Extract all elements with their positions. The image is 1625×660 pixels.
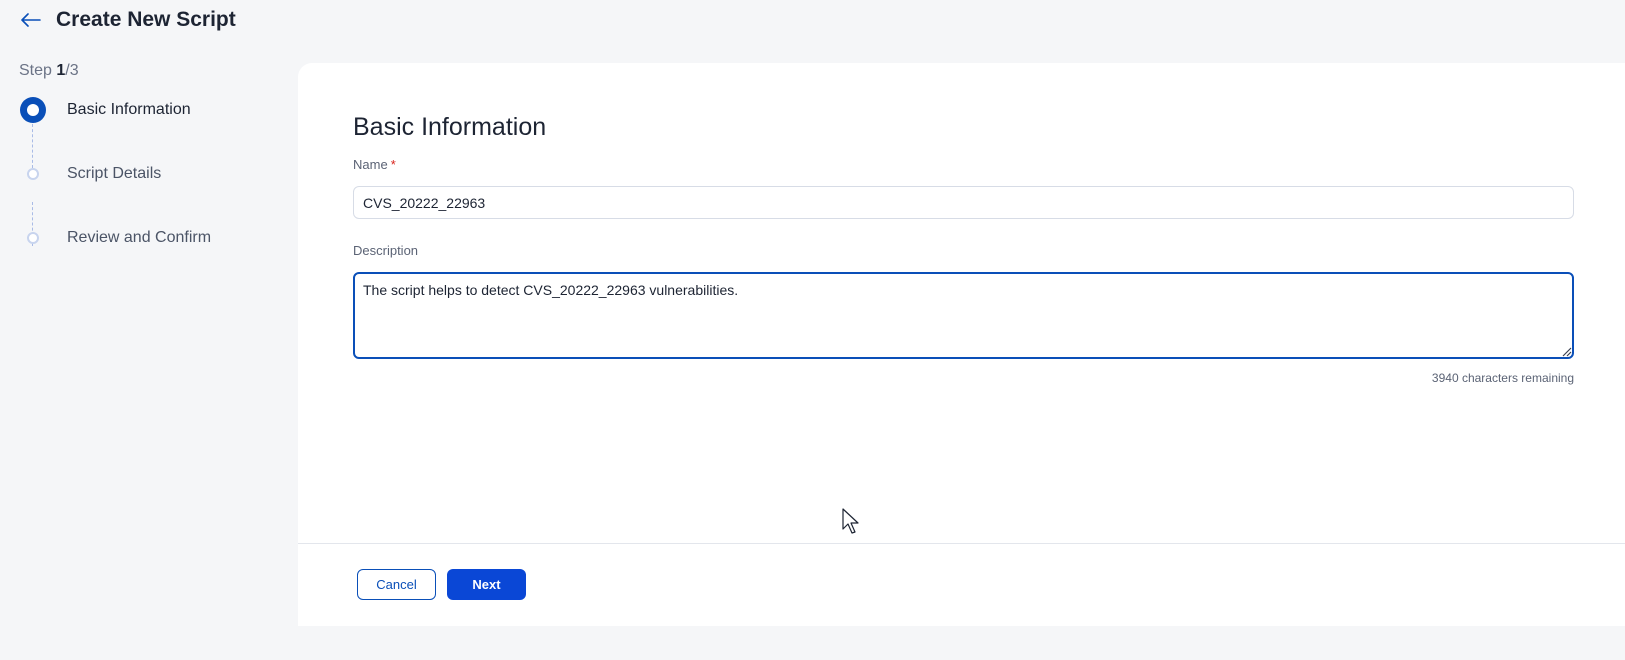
characters-remaining: 3940 characters remaining — [1431, 371, 1574, 385]
cancel-button[interactable]: Cancel — [357, 569, 436, 600]
step-pending-icon — [27, 232, 39, 244]
step-review-and-confirm[interactable]: Review and Confirm — [19, 224, 289, 288]
description-label: Description — [353, 243, 419, 258]
step-script-details[interactable]: Script Details — [19, 160, 289, 224]
name-label: Name * — [353, 157, 396, 172]
step-counter: Step 1/3 — [19, 62, 79, 79]
stepper: Step 1/3 Basic Information Script Detail… — [19, 62, 289, 288]
next-button[interactable]: Next — [447, 569, 526, 600]
step-label: Script Details — [67, 165, 162, 182]
mouse-cursor-icon — [842, 508, 859, 534]
page-title: Create New Script — [56, 8, 236, 31]
resize-handle-icon[interactable] — [1560, 345, 1572, 357]
step-active-icon — [20, 97, 46, 123]
arrow-left-icon — [21, 13, 41, 27]
back-button[interactable] — [18, 7, 44, 33]
footer-divider — [298, 543, 1625, 544]
required-mark: * — [390, 157, 396, 172]
description-textarea[interactable]: The script helps to detect CVS_20222_229… — [353, 272, 1574, 359]
form-title: Basic Information — [353, 113, 547, 141]
step-label: Review and Confirm — [67, 229, 212, 246]
page-header: Create New Script — [0, 0, 1625, 40]
step-pending-icon — [27, 168, 39, 180]
step-label: Basic Information — [67, 101, 191, 118]
step-basic-information[interactable]: Basic Information — [19, 96, 289, 160]
name-input[interactable] — [353, 186, 1574, 219]
form-card: Basic Information Name* Description The … — [298, 63, 1625, 626]
